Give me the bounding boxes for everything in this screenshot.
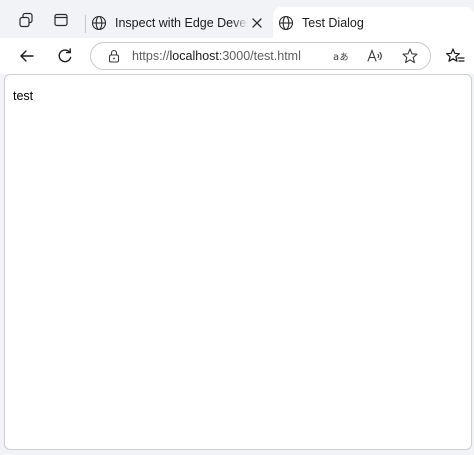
address-bar[interactable]: https://localhost:3000/test.html a あ [90,42,431,70]
page-content: test [4,74,472,450]
tab-actions-icon[interactable] [51,10,71,30]
url-path: :3000/test.html [218,49,301,63]
tab-strip: Inspect with Edge Developer Test Dialog [0,0,474,40]
refresh-icon[interactable] [54,45,76,67]
svg-text:a: a [333,52,339,63]
url-host: localhost [169,49,219,63]
favorite-star-icon[interactable] [401,47,419,65]
navigation-toolbar: https://localhost:3000/test.html a あ [0,38,474,74]
url-scheme: https:// [132,49,170,63]
close-icon[interactable] [248,14,266,32]
tab-title: Inspect with Edge Developer [115,15,248,30]
tab-title: Test Dialog [302,15,364,30]
tab-inspect-edge-devtools[interactable]: Inspect with Edge Developer [86,7,272,38]
globe-icon [278,15,294,31]
svg-text:あ: あ [340,52,349,63]
favorites-icon[interactable] [444,45,466,67]
globe-icon [91,15,107,31]
page-body-text: test [13,89,34,103]
translate-icon[interactable]: a あ [332,47,350,65]
tab-test-dialog[interactable]: Test Dialog [273,7,474,38]
url-text: https://localhost:3000/test.html [132,49,301,63]
workspaces-icon[interactable] [16,10,36,30]
read-aloud-icon[interactable] [366,47,384,65]
back-icon[interactable] [16,45,38,67]
site-info-lock-icon[interactable] [106,48,122,64]
